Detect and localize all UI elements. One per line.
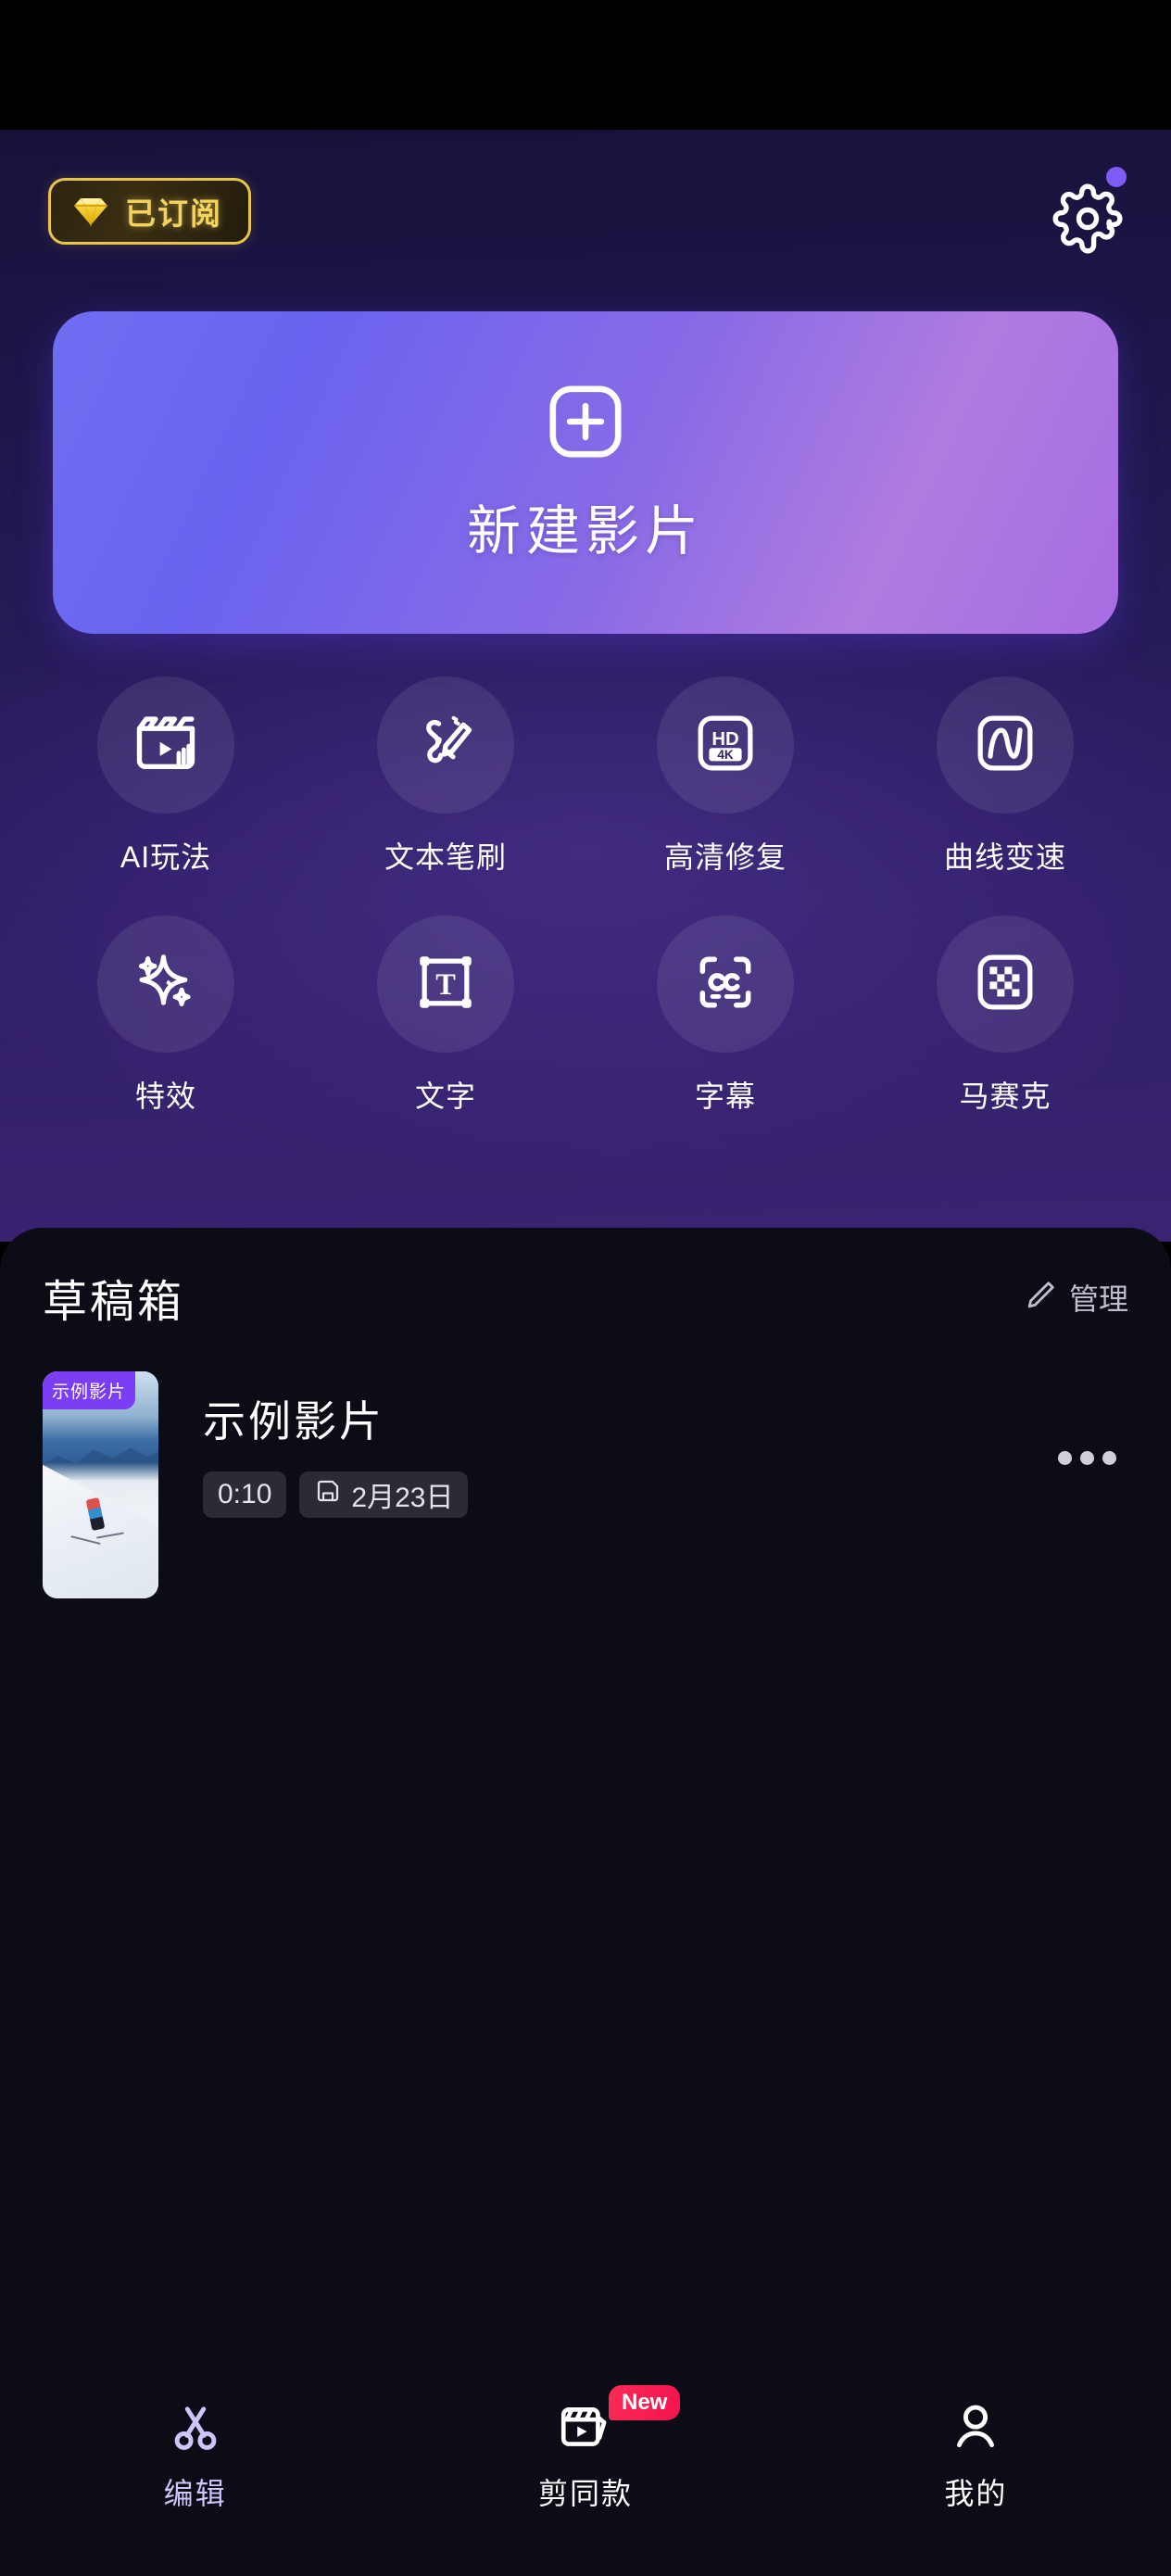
new-video-button[interactable]: 新建影片 [53, 311, 1118, 634]
nav-item-profile[interactable]: 我的 [781, 2398, 1171, 2513]
feature-grid: AI玩法 文本笔刷 HD 4K 高清修复 曲线变速 特效 T 文字 字幕 马赛克 [0, 676, 1171, 1116]
paintbrush-icon [411, 709, 480, 782]
draft-date: 2月23日 [351, 1483, 454, 1513]
diamond-icon [71, 196, 110, 227]
new-badge: New [608, 2385, 681, 2420]
feature-label: 文字 [414, 1080, 476, 1113]
feature-icon-wrap: HD 4K [657, 676, 794, 814]
dot [1102, 1450, 1116, 1465]
svg-text:T: T [435, 967, 456, 1001]
draft-thumbnail[interactable]: 示例影片 [43, 1371, 158, 1598]
text-box-icon: T [411, 948, 480, 1021]
feature-label: 马赛克 [959, 1080, 1051, 1113]
feature-label: AI玩法 [120, 840, 212, 874]
feature-tile-text-brush[interactable]: 文本笔刷 [306, 676, 586, 877]
draft-duration: 0:10 [218, 1479, 272, 1509]
draft-title: 示例影片 [203, 1397, 384, 1446]
sparkle-icon [131, 947, 201, 1022]
feature-icon-wrap [377, 676, 514, 814]
save-disk-icon [314, 1477, 342, 1512]
feature-tile-subtitles[interactable]: 字幕 [586, 915, 865, 1116]
subscription-label: 已订阅 [125, 196, 222, 231]
draft-badge: 示例影片 [43, 1371, 136, 1409]
feature-label: 字幕 [694, 1080, 756, 1113]
feature-tile-mosaic[interactable]: 马赛克 [865, 915, 1145, 1116]
dot [1057, 1450, 1072, 1465]
feature-tile-speed-curve[interactable]: 曲线变速 [865, 676, 1145, 877]
feature-label: 文本笔刷 [384, 840, 507, 874]
nav-label: 剪同款 [537, 2477, 633, 2510]
clapperboard-play-icon [131, 708, 201, 783]
plus-square-icon [545, 381, 626, 467]
feature-icon-wrap [657, 915, 794, 1053]
drafts-panel: 草稿箱 管理 示例影片 示例影片 0:10 2月23日 编辑 New 剪同款 我… [0, 1228, 1171, 2576]
feature-label: 高清修复 [663, 840, 787, 874]
closed-caption-icon [691, 948, 760, 1021]
template-video-icon: New [557, 2385, 681, 2457]
feature-tile-text[interactable]: T 文字 [306, 915, 586, 1116]
nav-item-edit[interactable]: 编辑 [0, 2398, 390, 2513]
nav-label: 编辑 [163, 2477, 227, 2510]
more-horizontal-icon[interactable] [1045, 1416, 1128, 1499]
feature-tile-hd-restore[interactable]: HD 4K 高清修复 [586, 676, 865, 877]
manage-button[interactable]: 管理 [1023, 1276, 1128, 1319]
subscription-badge[interactable]: 已订阅 [48, 178, 251, 245]
drafts-title: 草稿箱 [43, 1278, 185, 1327]
app-root: 已订阅 新建影片 AI玩法 文本笔刷 HD 4K 高清修复 曲线变速 特效 T … [0, 0, 1171, 2576]
draft-date-chip: 2月23日 [299, 1471, 469, 1518]
feature-label: 特效 [134, 1080, 196, 1113]
feature-icon-wrap [97, 676, 234, 814]
feature-tile-ai[interactable]: AI玩法 [26, 676, 306, 877]
status-bar [0, 0, 1171, 130]
mosaic-icon [971, 948, 1039, 1021]
pencil-icon [1023, 1278, 1058, 1318]
nav-item-templates[interactable]: New 剪同款 [390, 2385, 780, 2513]
draft-info: 示例影片 0:10 2月23日 [203, 1371, 1045, 1518]
manage-label: 管理 [1068, 1282, 1128, 1316]
drafts-header: 草稿箱 管理 [0, 1228, 1171, 1367]
scissors-icon [167, 2398, 224, 2457]
feature-icon-wrap [937, 915, 1074, 1053]
feature-icon-wrap: T [377, 915, 514, 1053]
person-icon [947, 2398, 1004, 2457]
draft-list-item[interactable]: 示例影片 示例影片 0:10 2月23日 [0, 1371, 1171, 1612]
draft-meta: 0:10 2月23日 [203, 1471, 1045, 1518]
feature-label: 曲线变速 [943, 840, 1066, 874]
hd-4k-icon: HD 4K [691, 709, 760, 782]
svg-text:4K: 4K [717, 747, 734, 761]
feature-icon-wrap [937, 676, 1074, 814]
feature-tile-effects[interactable]: 特效 [26, 915, 306, 1116]
new-video-label: 新建影片 [466, 500, 704, 562]
nav-label: 我的 [944, 2477, 1008, 2510]
dot [1079, 1450, 1094, 1465]
settings-button[interactable] [1043, 167, 1132, 256]
draft-duration-chip: 0:10 [203, 1471, 287, 1518]
feature-icon-wrap [97, 915, 234, 1053]
app-header: 已订阅 [0, 130, 1171, 278]
speed-curve-icon [971, 709, 1039, 782]
svg-text:HD: HD [711, 728, 738, 749]
bottom-navigation: 编辑 New 剪同款 我的 [0, 2381, 1171, 2576]
